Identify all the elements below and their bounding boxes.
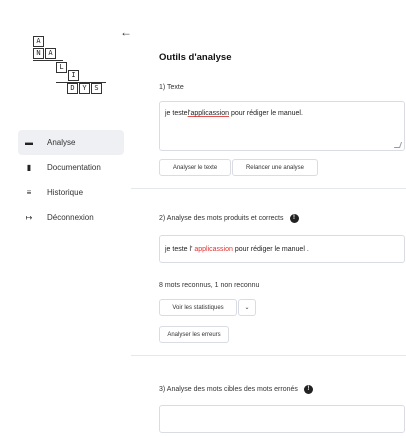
statistics-dropdown-button[interactable]: ⌄ [238, 299, 256, 316]
text-input[interactable]: je teste l'applicassion pour rédiger le … [159, 101, 405, 151]
section3-label: 3) Analyse des mots cibles des mots erro… [159, 385, 313, 394]
logo-tile: A [33, 36, 44, 47]
sidebar: ← A N A L I D Y S ▬ Analyse ▮ Documentat… [0, 0, 132, 438]
view-statistics-button[interactable]: Voir les statistiques [159, 299, 237, 316]
logo-tile: S [91, 83, 102, 94]
text-input-before: je teste [165, 110, 188, 117]
recognition-summary: 8 mots reconnus, 1 non reconnu [159, 282, 260, 289]
divider [131, 188, 406, 189]
sidebar-item-label: Analyse [47, 138, 76, 147]
logout-icon: ↦ [25, 213, 33, 222]
logo-tile: N [33, 48, 44, 59]
logo-tile: A [45, 48, 56, 59]
chevron-down-icon: ⌄ [244, 305, 250, 311]
logo: A N A L I D Y S [0, 0, 131, 100]
divider [131, 355, 406, 356]
file-icon: ▬ [25, 138, 33, 147]
sidebar-item-historique[interactable]: ≡ Historique [18, 180, 124, 205]
section3-label-text: 3) Analyse des mots cibles des mots erro… [159, 386, 298, 393]
sidebar-item-label: Historique [47, 188, 84, 197]
document-icon: ▮ [26, 163, 32, 172]
text-input-after: pour rédiger le manuel. [229, 110, 303, 117]
target-words-display [159, 405, 405, 433]
logo-tile: L [56, 62, 67, 73]
produced-text-after: pour rédiger le manuel . [232, 245, 309, 253]
info-icon[interactable]: ! [303, 385, 313, 394]
logo-tile: Y [79, 83, 90, 94]
sidebar-item-analyse[interactable]: ▬ Analyse [18, 130, 124, 155]
logo-line [33, 60, 63, 61]
page-title: Outils d'analyse [159, 52, 232, 63]
list-icon: ≡ [26, 188, 32, 197]
produced-text-before: je teste l' [165, 245, 195, 253]
text-input-flagged-word: l'applicassion [187, 110, 229, 117]
analyze-errors-button[interactable]: Analyser les erreurs [159, 326, 229, 343]
produced-text-display: je teste l' applicassion pour rédiger le… [159, 235, 405, 263]
logo-tile: D [67, 83, 78, 94]
analyze-text-button[interactable]: Analyser le texte [159, 159, 231, 176]
restart-analysis-button[interactable]: Relancer une analyse [232, 159, 318, 176]
sidebar-item-label: Documentation [47, 163, 101, 172]
sidebar-item-deconnexion[interactable]: ↦ Déconnexion [18, 205, 124, 230]
section2-label-text: 2) Analyse des mots produits et corrects [159, 215, 284, 222]
sidebar-item-label: Déconnexion [47, 213, 94, 222]
info-icon[interactable]: ! [289, 214, 299, 223]
main-panel: Outils d'analyse 1) Texte je teste l'app… [131, 0, 406, 438]
resize-handle-icon[interactable] [393, 142, 403, 148]
sidebar-nav: ▬ Analyse ▮ Documentation ≡ Historique ↦… [18, 130, 124, 230]
section2-label: 2) Analyse des mots produits et corrects… [159, 214, 299, 223]
produced-text-error-word: applicassion [194, 245, 233, 253]
section1-label: 1) Texte [159, 84, 184, 91]
sidebar-item-documentation[interactable]: ▮ Documentation [18, 155, 124, 180]
logo-tile: I [68, 70, 79, 81]
